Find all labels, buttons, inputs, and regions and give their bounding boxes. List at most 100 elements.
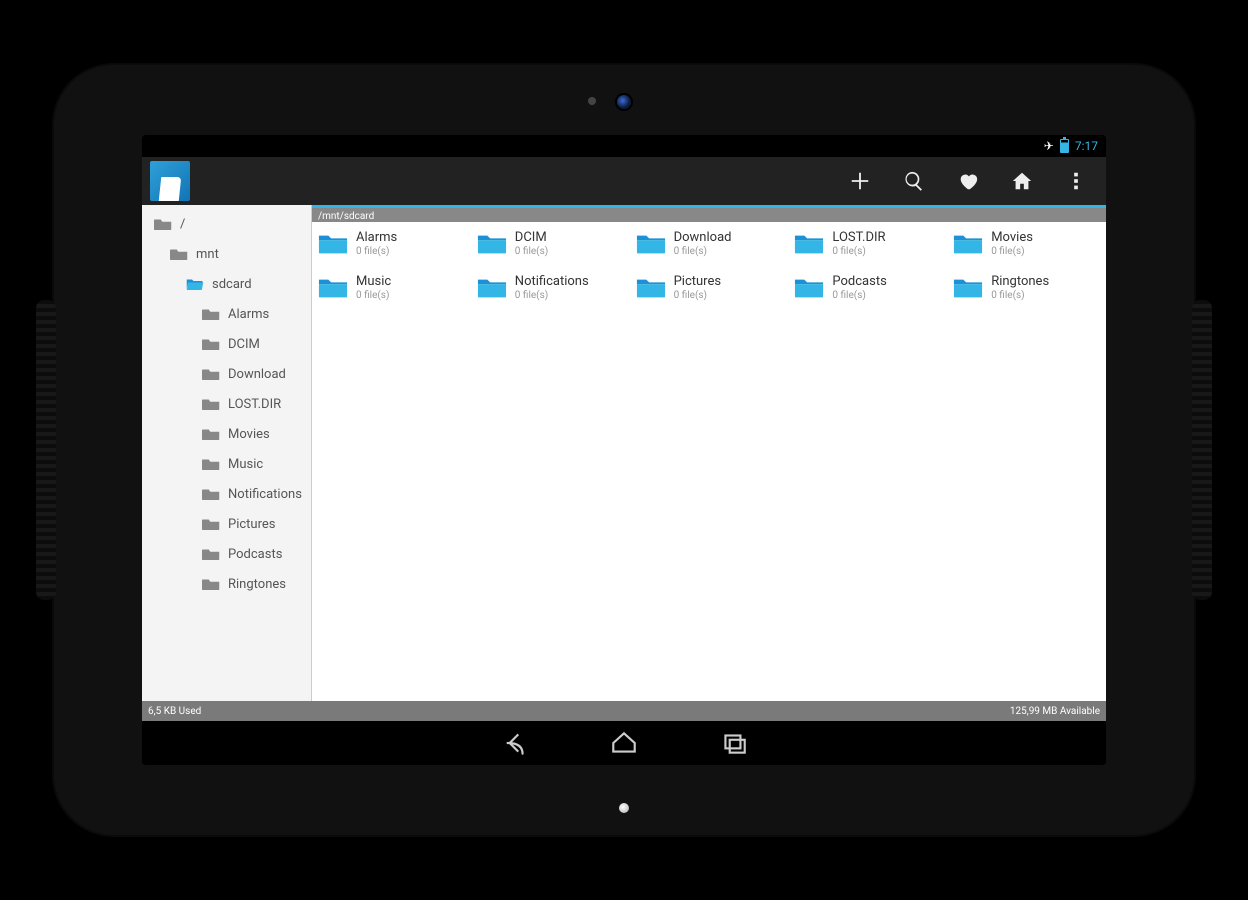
folder-item-sub: 0 file(s) bbox=[674, 290, 721, 302]
folder-item-meta: DCIM0 file(s) bbox=[515, 230, 548, 258]
home-icon bbox=[1011, 170, 1033, 192]
search-icon bbox=[903, 170, 925, 192]
action-bar-actions bbox=[838, 159, 1098, 203]
tree-item-label: mnt bbox=[196, 247, 219, 262]
folder-icon bbox=[202, 397, 220, 411]
tree-item[interactable]: LOST.DIR bbox=[142, 389, 311, 419]
folder-icon bbox=[953, 276, 983, 300]
folder-item-sub: 0 file(s) bbox=[832, 290, 886, 302]
folder-item[interactable]: Download0 file(s) bbox=[630, 222, 789, 266]
tree-children-container: Alarms DCIM Download LOST.DIR Movies Music Not… bbox=[142, 299, 311, 599]
new-button[interactable] bbox=[838, 159, 882, 203]
folder-item-meta: Movies0 file(s) bbox=[991, 230, 1033, 258]
storage-used-label: 6,5 KB Used bbox=[148, 706, 201, 717]
tree-item-mnt[interactable]: mnt bbox=[142, 239, 311, 269]
favorite-button[interactable] bbox=[946, 159, 990, 203]
folder-item[interactable]: DCIM0 file(s) bbox=[471, 222, 630, 266]
folder-icon bbox=[202, 577, 220, 591]
airplane-mode-icon: ✈ bbox=[1044, 139, 1054, 153]
tree-item-label: Podcasts bbox=[228, 547, 282, 562]
tree-item[interactable]: Podcasts bbox=[142, 539, 311, 569]
tree-item-label: Download bbox=[228, 367, 286, 382]
folder-icon bbox=[202, 487, 220, 501]
folder-item-meta: Notifications0 file(s) bbox=[515, 274, 589, 302]
nav-home-icon bbox=[609, 728, 639, 758]
tree-item-label: Movies bbox=[228, 427, 270, 442]
folder-item-sub: 0 file(s) bbox=[991, 290, 1049, 302]
tree-item[interactable]: Ringtones bbox=[142, 569, 311, 599]
folder-icon bbox=[794, 276, 824, 300]
folder-item-meta: Music0 file(s) bbox=[356, 274, 391, 302]
nav-home-button[interactable] bbox=[609, 728, 639, 758]
folder-icon bbox=[202, 307, 220, 321]
nav-recent-button[interactable] bbox=[719, 728, 749, 758]
tree-item[interactable]: Alarms bbox=[142, 299, 311, 329]
screen: ✈ 7:17 bbox=[142, 135, 1106, 765]
device-speaker-left bbox=[36, 300, 56, 600]
overflow-menu-button[interactable] bbox=[1054, 159, 1098, 203]
folder-icon bbox=[202, 427, 220, 441]
folder-icon bbox=[202, 547, 220, 561]
device-sensor bbox=[588, 97, 596, 105]
tree-item-label: DCIM bbox=[228, 337, 260, 352]
folder-item[interactable]: Pictures0 file(s) bbox=[630, 266, 789, 310]
folder-icon bbox=[202, 517, 220, 531]
folder-open-icon bbox=[186, 277, 204, 291]
folder-item-sub: 0 file(s) bbox=[356, 246, 397, 258]
tree-item-label: Ringtones bbox=[228, 577, 286, 592]
folder-item-meta: Alarms0 file(s) bbox=[356, 230, 397, 258]
android-status-bar: ✈ 7:17 bbox=[142, 135, 1106, 157]
folder-item[interactable]: Movies0 file(s) bbox=[947, 222, 1106, 266]
android-nav-bar bbox=[142, 721, 1106, 765]
app-logo-icon[interactable] bbox=[150, 161, 190, 201]
folder-item[interactable]: Podcasts0 file(s) bbox=[788, 266, 947, 310]
search-button[interactable] bbox=[892, 159, 936, 203]
tree-item[interactable]: DCIM bbox=[142, 329, 311, 359]
folder-item-name: Notifications bbox=[515, 274, 589, 290]
folder-item[interactable]: Ringtones0 file(s) bbox=[947, 266, 1106, 310]
folder-item[interactable]: Alarms0 file(s) bbox=[312, 222, 471, 266]
device-led bbox=[619, 803, 629, 813]
tree-item-root[interactable]: / bbox=[142, 209, 311, 239]
tree-item-sdcard[interactable]: sdcard bbox=[142, 269, 311, 299]
device-speaker-right bbox=[1192, 300, 1212, 600]
folder-item-meta: LOST.DIR0 file(s) bbox=[832, 230, 885, 258]
status-time: 7:17 bbox=[1075, 139, 1098, 153]
tree-item[interactable]: Download bbox=[142, 359, 311, 389]
home-button[interactable] bbox=[1000, 159, 1044, 203]
folder-item-sub: 0 file(s) bbox=[515, 290, 589, 302]
tree-item[interactable]: Notifications bbox=[142, 479, 311, 509]
folder-item-sub: 0 file(s) bbox=[356, 290, 391, 302]
folder-icon bbox=[318, 232, 348, 256]
tablet-device-frame: ✈ 7:17 bbox=[54, 65, 1194, 835]
folder-item-name: DCIM bbox=[515, 230, 548, 246]
tree-item-label: Music bbox=[228, 457, 263, 472]
tree-item[interactable]: Pictures bbox=[142, 509, 311, 539]
folder-icon bbox=[318, 276, 348, 300]
folder-grid: Alarms0 file(s)DCIM0 file(s)Download0 fi… bbox=[312, 222, 1106, 310]
storage-available-label: 125,99 MB Available bbox=[1010, 706, 1100, 717]
folder-item[interactable]: LOST.DIR0 file(s) bbox=[788, 222, 947, 266]
folder-icon bbox=[202, 367, 220, 381]
app-body: / mnt sdcard Alarms DCIM Download LOST.DIR M… bbox=[142, 205, 1106, 701]
tree-item-label: Alarms bbox=[228, 307, 269, 322]
tree-item[interactable]: Movies bbox=[142, 419, 311, 449]
folder-item-sub: 0 file(s) bbox=[674, 246, 732, 258]
folder-item-meta: Download0 file(s) bbox=[674, 230, 732, 258]
folder-item-name: Music bbox=[356, 274, 391, 290]
folder-icon bbox=[477, 232, 507, 256]
folder-item-name: Download bbox=[674, 230, 732, 246]
back-icon bbox=[499, 728, 529, 758]
folder-item[interactable]: Music0 file(s) bbox=[312, 266, 471, 310]
folder-item-sub: 0 file(s) bbox=[515, 246, 548, 258]
tree-item[interactable]: Music bbox=[142, 449, 311, 479]
nav-back-button[interactable] bbox=[499, 728, 529, 758]
tree-item-label: Notifications bbox=[228, 487, 302, 502]
folder-item[interactable]: Notifications0 file(s) bbox=[471, 266, 630, 310]
folder-icon bbox=[794, 232, 824, 256]
heart-icon bbox=[957, 170, 979, 192]
overflow-menu-icon bbox=[1065, 170, 1087, 192]
main-pane: /mnt/sdcard Alarms0 file(s)DCIM0 file(s)… bbox=[312, 205, 1106, 701]
folder-item-meta: Ringtones0 file(s) bbox=[991, 274, 1049, 302]
folder-item-meta: Podcasts0 file(s) bbox=[832, 274, 886, 302]
